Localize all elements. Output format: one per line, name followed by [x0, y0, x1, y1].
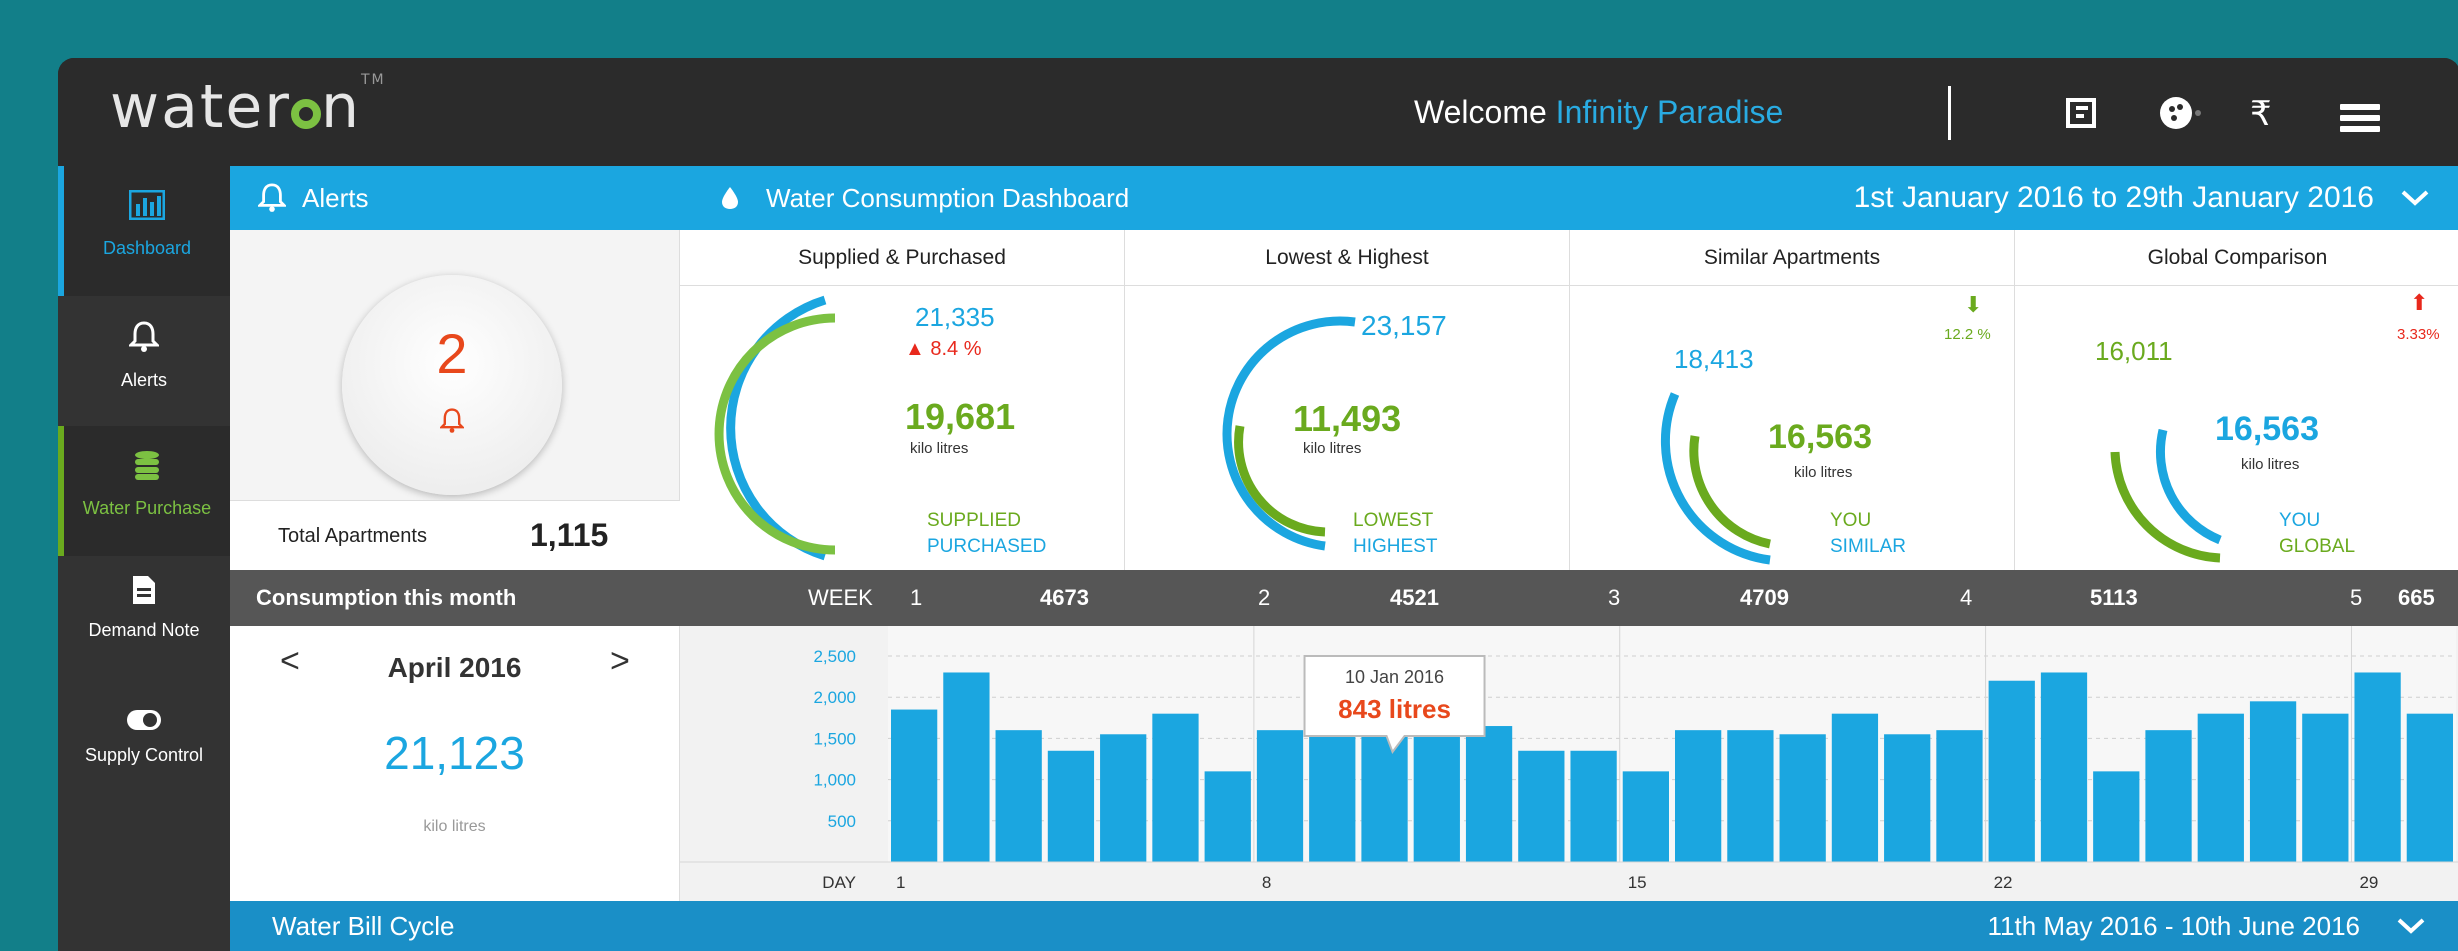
- rupee-icon[interactable]: ₹: [2250, 94, 2272, 134]
- sidebar: Dashboard Alerts Water Purchase Demand N…: [58, 166, 230, 951]
- bar[interactable]: [2406, 713, 2453, 862]
- x-tick-label: 15: [1628, 873, 1647, 892]
- bar[interactable]: [1465, 726, 1513, 862]
- sidebar-item-alerts[interactable]: Alerts: [58, 296, 230, 426]
- y-tick-label: 2,500: [813, 647, 856, 666]
- bar[interactable]: [1988, 680, 2035, 862]
- y-tick-label: 1,000: [813, 771, 856, 790]
- bell-icon: [58, 320, 230, 360]
- bar[interactable]: [2145, 730, 2192, 862]
- app-window: water nTM Welcome Infinity Paradise ₹ Das…: [58, 58, 2458, 951]
- y-tick-label: 1,500: [813, 729, 856, 748]
- bar[interactable]: [2354, 672, 2401, 862]
- tooltip-value: 843 litres: [1338, 694, 1451, 724]
- header-divider: [1948, 86, 1951, 140]
- globe-icon[interactable]: [2158, 94, 2204, 140]
- panel-global-comparison[interactable]: Global Comparison ⬆ 3.33% 16,011 16,563 …: [2015, 230, 2458, 570]
- sidebar-item-demand-note[interactable]: Demand Note: [58, 556, 230, 686]
- water-bill-cycle-bar[interactable]: Water Bill Cycle 11th May 2016 - 10th Ju…: [230, 901, 2458, 951]
- bill-icon[interactable]: [2066, 98, 2098, 136]
- tooltip-date: 10 Jan 2016: [1345, 667, 1444, 687]
- bar[interactable]: [1727, 730, 1774, 862]
- bell-icon: [342, 407, 562, 440]
- y-tick-label: 500: [828, 812, 856, 831]
- bar[interactable]: [1831, 713, 1879, 862]
- sidebar-item-water-purchase[interactable]: Water Purchase: [58, 426, 230, 556]
- bar[interactable]: [2197, 713, 2244, 862]
- total-apartments-value: 1,115: [530, 517, 609, 553]
- panel-supplied-purchased[interactable]: Supplied & Purchased 21,335 ▲ 8.4 % 19,6…: [680, 230, 1125, 570]
- x-tick-label: 22: [1994, 873, 2013, 892]
- database-icon: [64, 450, 230, 488]
- chevron-down-icon[interactable]: [2400, 166, 2430, 230]
- x-axis-strip: [680, 862, 2458, 901]
- alerts-panel: 2 Total Apartments 1,115: [230, 230, 680, 570]
- daily-consumption-chart: 2,500 2,000 1,500 1,000 500 DAY 1 8 15 22 29 10 Jan…: [680, 626, 2458, 901]
- user-name[interactable]: Infinity Paradise: [1556, 94, 1784, 130]
- date-range[interactable]: 1st January 2016 to 29th January 2016: [1854, 166, 2374, 230]
- bar[interactable]: [2302, 713, 2349, 862]
- bar[interactable]: [1100, 734, 1147, 862]
- toggle-icon: [58, 702, 230, 739]
- wateron-logo[interactable]: water nTM: [110, 72, 386, 142]
- power-o-logo-icon: [290, 99, 321, 129]
- bar-chart-svg: 2,500 2,000 1,500 1,000 500 DAY 1 8 15 22 29 10 Jan…: [680, 626, 2458, 901]
- bar[interactable]: [1779, 734, 1826, 862]
- comparison-panels: Supplied & Purchased 21,335 ▲ 8.4 % 19,6…: [680, 230, 2458, 570]
- x-tick-label: 8: [1262, 873, 1271, 892]
- alerts-header[interactable]: Alerts: [230, 166, 680, 230]
- bar[interactable]: [1152, 713, 1199, 862]
- arc-chart: [714, 295, 836, 561]
- top-bar: water nTM Welcome Infinity Paradise ₹: [58, 58, 2458, 166]
- panel-lowest-highest[interactable]: Lowest & Highest 23,157 11,493 kilo litr…: [1125, 230, 1570, 570]
- alerts-title: Alerts: [302, 183, 369, 213]
- bar[interactable]: [943, 672, 990, 862]
- consumption-header: Consumption this month WEEK 1 4673 2 452…: [230, 570, 2458, 626]
- menu-icon[interactable]: [2340, 104, 2380, 132]
- bar[interactable]: [1936, 730, 1983, 862]
- dashboard-title: Water Consumption Dashboard: [766, 183, 1130, 213]
- alert-count: 2: [436, 322, 468, 385]
- x-axis-label: DAY: [822, 873, 856, 892]
- month-value: 21,123: [384, 727, 525, 779]
- bell-icon: [256, 166, 288, 233]
- down-arrow-icon: ⬇: [1964, 292, 1983, 317]
- x-tick-label: 1: [896, 873, 905, 892]
- main-content: Alerts Water Consumption Dashboard 1st J…: [230, 166, 2458, 951]
- bill-date-range: 11th May 2016 - 10th June 2016: [1987, 911, 2360, 941]
- total-apartments-row: Total Apartments 1,115: [230, 500, 680, 570]
- dashboard-header[interactable]: Water Consumption Dashboard 1st January …: [680, 166, 2458, 230]
- bar[interactable]: [2040, 672, 2088, 862]
- bar[interactable]: [1570, 750, 1617, 862]
- bar[interactable]: [2093, 771, 2140, 862]
- month-selector: < April 2016 > 21,123 kilo litres: [230, 626, 680, 901]
- next-month-button[interactable]: >: [610, 642, 630, 681]
- up-arrow-icon: ⬆: [2410, 290, 2429, 315]
- alert-change: ▲ 8.4 %: [905, 338, 982, 360]
- x-tick-label: 29: [2359, 873, 2378, 892]
- bar[interactable]: [1204, 771, 1251, 862]
- bar[interactable]: [1622, 771, 1669, 862]
- sidebar-item-dashboard[interactable]: Dashboard: [58, 166, 230, 296]
- bar[interactable]: [891, 709, 938, 862]
- chevron-down-icon[interactable]: [2396, 901, 2426, 951]
- bar[interactable]: [2249, 701, 2297, 862]
- welcome-text: Welcome Infinity Paradise: [1414, 94, 1784, 130]
- bar[interactable]: [1884, 734, 1931, 862]
- bar-chart-icon: [64, 189, 230, 228]
- sidebar-item-supply-control[interactable]: Supply Control: [58, 686, 230, 816]
- panel-similar-apartments[interactable]: Similar Apartments ⬇ 12.2 % 18,413 16,56…: [1570, 230, 2015, 570]
- bar[interactable]: [1256, 730, 1304, 862]
- bar[interactable]: [1047, 750, 1095, 862]
- alert-count-button[interactable]: 2: [342, 275, 562, 495]
- document-icon: [58, 574, 230, 614]
- water-drop-icon: [720, 166, 740, 233]
- bar[interactable]: [1518, 750, 1565, 862]
- bar[interactable]: [1675, 730, 1722, 862]
- bar[interactable]: [995, 730, 1042, 862]
- y-tick-label: 2,000: [813, 688, 856, 707]
